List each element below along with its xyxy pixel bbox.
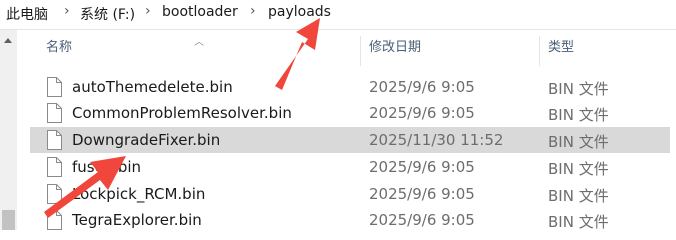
file-icon [47,157,62,177]
file-modified-date: 2025/9/6 9:05 [369,104,475,122]
file-type: BIN 文件 [548,187,609,205]
file-row[interactable]: DowngradeFixer.bin 2025/11/30 11:52 BIN 文件 [30,127,670,153]
file-name[interactable]: DowngradeFixer.bin [72,131,220,149]
address-bar[interactable]: 此电脑 › 系统 (F:) › bootloader › payloads [0,0,676,30]
file-modified-date: 2025/9/6 9:05 [369,185,475,203]
file-icon [47,184,62,204]
file-row[interactable]: fusee.bin 2025/9/6 9:05 BIN 文件 [30,154,670,180]
file-icon [47,103,62,123]
file-row[interactable]: autoThemedelete.bin 2025/9/6 9:05 BIN 文件 [30,74,670,100]
chevron-right-icon[interactable]: › [250,3,256,19]
file-name[interactable]: CommonProblemResolver.bin [72,104,292,122]
file-icon [47,130,62,150]
breadcrumb-payloads[interactable]: payloads [268,4,331,20]
column-header-name[interactable]: 名称 [46,36,358,62]
scroll-up-icon[interactable] [4,38,12,43]
column-header-type[interactable]: 类型 [548,36,668,62]
file-type: BIN 文件 [548,160,609,178]
file-type: BIN 文件 [548,106,609,124]
file-row[interactable]: CommonProblemResolver.bin 2025/9/6 9:05 BI… [30,100,670,126]
file-row[interactable]: TegraExplorer.bin 2025/9/6 9:05 BIN 文件 [30,207,670,233]
breadcrumb-bootloader[interactable]: bootloader [162,4,238,20]
file-type: BIN 文件 [548,133,609,151]
file-name[interactable]: autoThemedelete.bin [72,78,233,96]
file-modified-date: 2025/9/6 9:05 [369,158,475,176]
file-type: BIN 文件 [548,80,609,98]
column-divider[interactable] [360,36,361,66]
file-modified-date: 2025/9/6 9:05 [369,78,475,96]
breadcrumb-this-pc[interactable]: 此电脑 [6,4,48,24]
file-name[interactable]: TegraExplorer.bin [72,211,202,229]
column-divider[interactable] [539,36,540,66]
vertical-scrollbar[interactable] [0,30,17,230]
chevron-right-icon[interactable]: › [64,3,70,19]
breadcrumb-drive[interactable]: 系统 (F:) [80,4,135,24]
file-icon [47,210,62,230]
file-modified-date: 2025/9/6 9:05 [369,211,475,229]
scrollbar-thumb[interactable] [2,210,15,230]
column-header-date[interactable]: 修改日期 [369,36,539,62]
file-row[interactable]: Lockpick_RCM.bin 2025/9/6 9:05 BIN 文件 [30,181,670,207]
file-name[interactable]: fusee.bin [72,158,141,176]
file-modified-date: 2025/11/30 11:52 [369,131,504,149]
chevron-right-icon[interactable]: › [145,3,151,19]
file-icon [47,77,62,97]
file-name[interactable]: Lockpick_RCM.bin [72,185,205,203]
file-type: BIN 文件 [548,213,609,231]
